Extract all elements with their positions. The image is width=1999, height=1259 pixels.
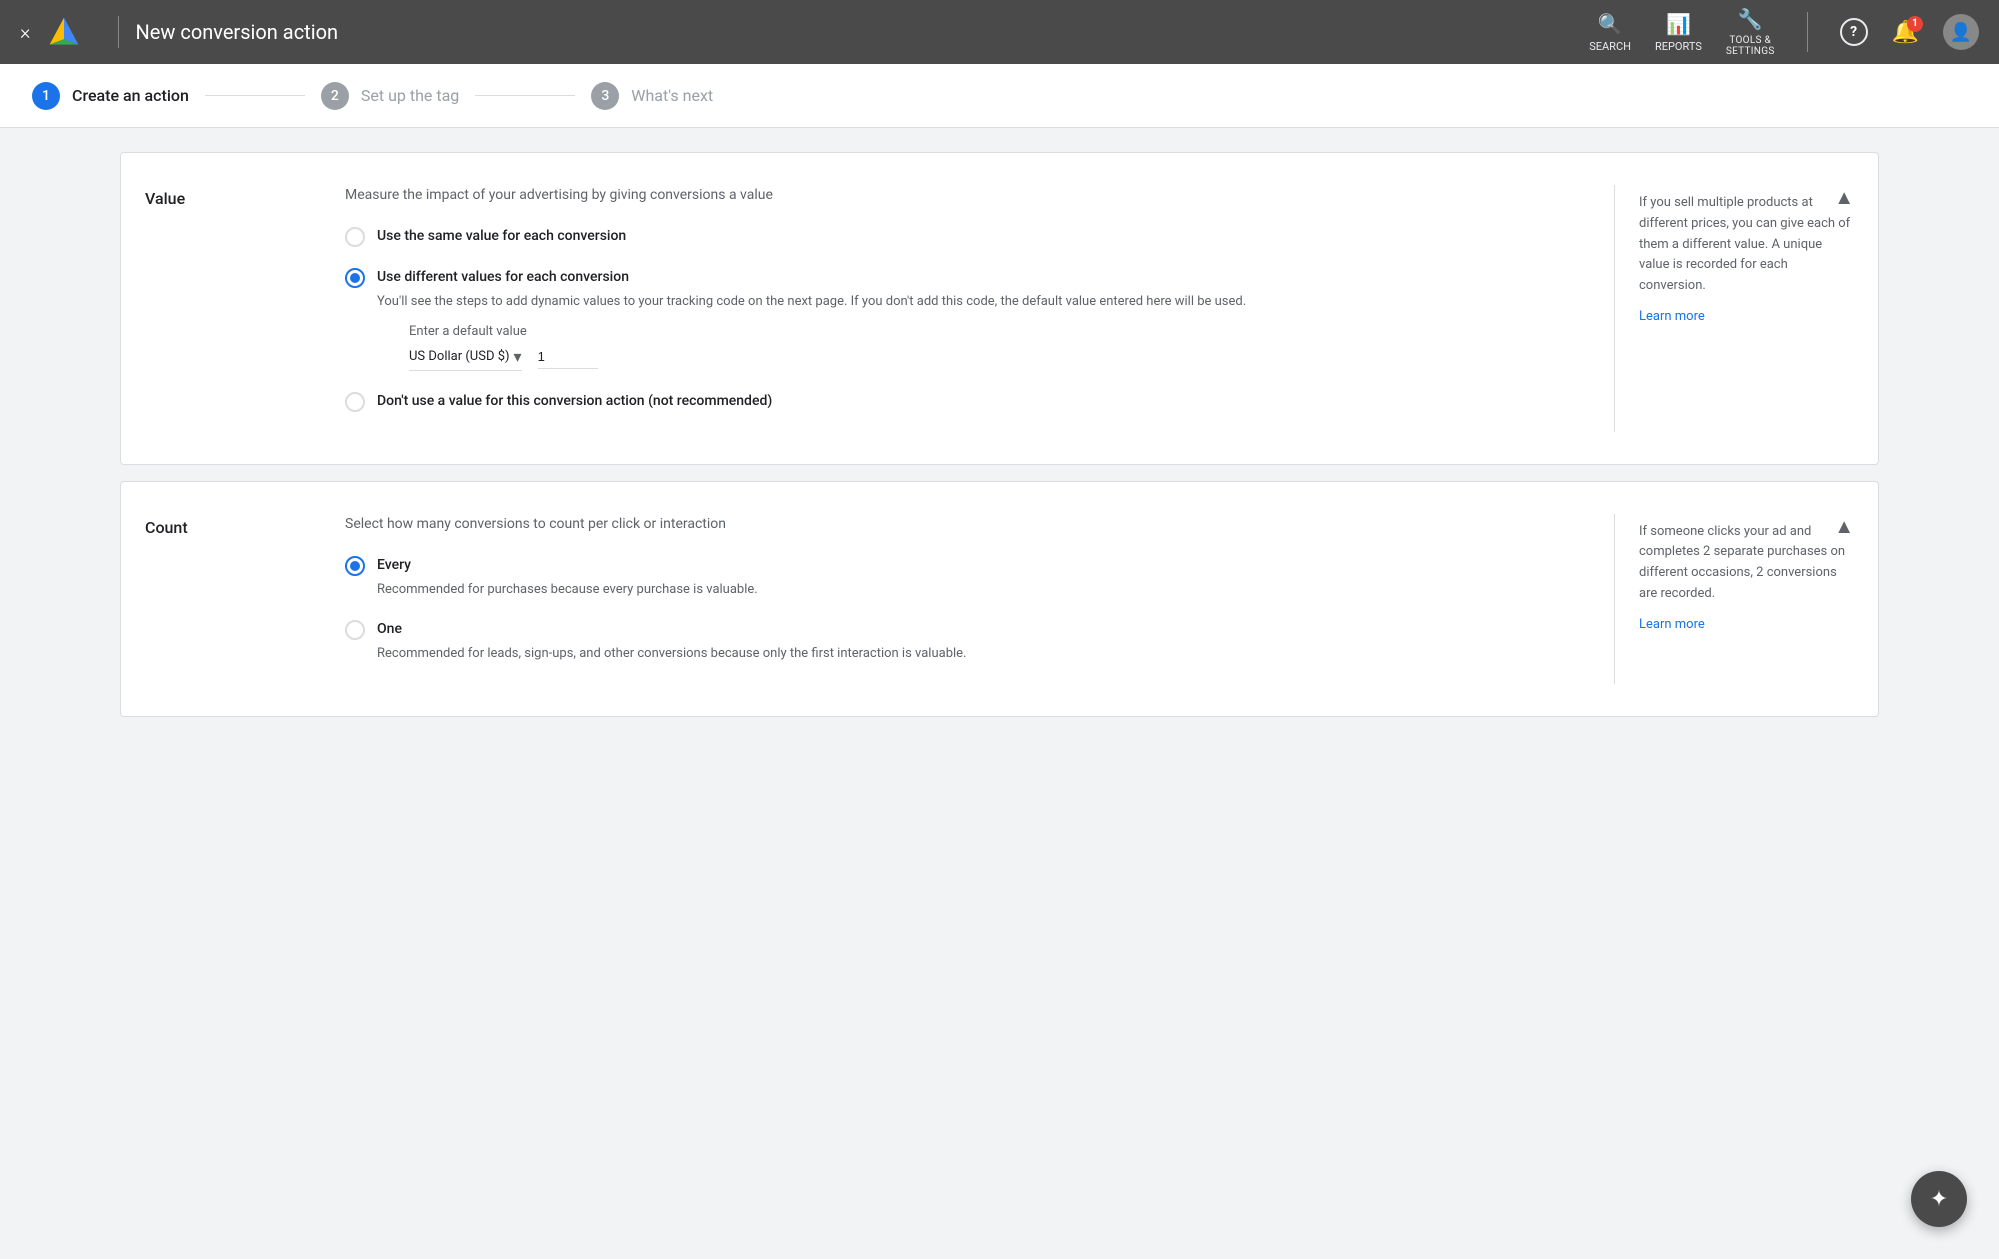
value-card: Value Measure the impact of your adverti…	[120, 152, 1879, 465]
different-values-label: Use different values for each conversion	[377, 269, 629, 285]
same-value-option[interactable]: Use the same value for each conversion	[345, 226, 1590, 247]
one-label: One	[377, 621, 402, 637]
every-sublabel: Recommended for purchases because every …	[377, 580, 758, 600]
value-collapse-button[interactable]: ▲	[1834, 185, 1854, 210]
no-value-option[interactable]: Don't use a value for this conversion ac…	[345, 391, 1590, 412]
same-value-label: Use the same value for each conversion	[377, 228, 626, 244]
search-icon: 🔍	[1598, 12, 1623, 36]
value-label: Value	[145, 185, 345, 432]
every-option[interactable]: Every Recommended for purchases because …	[345, 555, 1590, 600]
value-learn-more-link[interactable]: Learn more	[1639, 309, 1705, 324]
step-connector-2	[475, 95, 575, 96]
nav-divider	[1807, 12, 1808, 52]
fab-icon: ✦	[1930, 1187, 1948, 1212]
count-help: ▲ If someone clicks your ad and complete…	[1614, 514, 1854, 684]
step-2[interactable]: 2 Set up the tag	[321, 82, 459, 110]
same-value-radio[interactable]	[345, 227, 365, 247]
chevron-down-icon: ▾	[514, 347, 522, 366]
step-2-circle: 2	[321, 82, 349, 110]
count-learn-more-link[interactable]: Learn more	[1639, 617, 1705, 632]
page-title: New conversion action	[135, 20, 1589, 44]
tools-label: TOOLS &SETTINGS	[1726, 35, 1775, 57]
app-header: × New conversion action 🔍 SEARCH 📊 REPOR…	[0, 0, 1999, 64]
header-divider	[118, 16, 119, 48]
header-actions: 🔍 SEARCH 📊 REPORTS 🔧 TOOLS &SETTINGS ? 🔔…	[1589, 7, 1979, 57]
step-1[interactable]: 1 Create an action	[32, 82, 189, 110]
step-3-circle: 3	[591, 82, 619, 110]
fab-button[interactable]: ✦	[1911, 1171, 1967, 1227]
default-value-row: US Dollar (USD $) ▾	[409, 347, 1246, 371]
every-label: Every	[377, 557, 411, 573]
notification-badge: 1	[1907, 16, 1923, 32]
reports-nav-button[interactable]: 📊 REPORTS	[1655, 12, 1702, 53]
different-values-label-group: Use different values for each conversion…	[377, 267, 1246, 371]
step-3-label: What's next	[631, 86, 713, 105]
no-value-label-group: Don't use a value for this conversion ac…	[377, 391, 772, 412]
reports-icon: 📊	[1666, 12, 1691, 36]
currency-label: US Dollar (USD $)	[409, 349, 510, 364]
count-description: Select how many conversions to count per…	[345, 514, 1590, 535]
every-radio[interactable]	[345, 556, 365, 576]
stepper: 1 Create an action 2 Set up the tag 3 Wh…	[0, 64, 1999, 128]
different-values-option[interactable]: Use different values for each conversion…	[345, 267, 1590, 371]
value-description: Measure the impact of your advertising b…	[345, 185, 1590, 206]
count-help-text: If someone clicks your ad and completes …	[1639, 522, 1854, 605]
value-content: Measure the impact of your advertising b…	[345, 185, 1614, 432]
help-icon: ?	[1840, 18, 1868, 46]
currency-select[interactable]: US Dollar (USD $) ▾	[409, 347, 522, 371]
value-help-text: If you sell multiple products at differe…	[1639, 193, 1854, 297]
one-label-group: One Recommended for leads, sign-ups, and…	[377, 619, 966, 664]
step-2-label: Set up the tag	[361, 86, 459, 105]
same-value-label-group: Use the same value for each conversion	[377, 226, 626, 247]
tools-icon: 🔧	[1738, 7, 1763, 31]
no-value-radio[interactable]	[345, 392, 365, 412]
tools-nav-button[interactable]: 🔧 TOOLS &SETTINGS	[1726, 7, 1775, 57]
one-sublabel: Recommended for leads, sign-ups, and oth…	[377, 644, 966, 664]
one-option[interactable]: One Recommended for leads, sign-ups, and…	[345, 619, 1590, 664]
reports-label: REPORTS	[1655, 40, 1702, 53]
count-label: Count	[145, 514, 345, 684]
step-1-circle: 1	[32, 82, 60, 110]
different-values-sublabel: You'll see the steps to add dynamic valu…	[377, 292, 1246, 312]
search-nav-button[interactable]: 🔍 SEARCH	[1589, 12, 1631, 53]
help-button[interactable]: ?	[1840, 18, 1868, 46]
count-content: Select how many conversions to count per…	[345, 514, 1614, 684]
step-1-label: Create an action	[72, 86, 189, 105]
notifications-button[interactable]: 🔔 1	[1892, 20, 1919, 45]
value-help: ▲ If you sell multiple products at diffe…	[1614, 185, 1854, 432]
default-value-section: Enter a default value US Dollar (USD $) …	[409, 324, 1246, 371]
no-value-label: Don't use a value for this conversion ac…	[377, 393, 772, 409]
count-collapse-button[interactable]: ▲	[1834, 514, 1854, 539]
step-connector-1	[205, 95, 305, 96]
default-value-label: Enter a default value	[409, 324, 1246, 339]
main-content: Value Measure the impact of your adverti…	[0, 128, 1999, 741]
step-3[interactable]: 3 What's next	[591, 82, 713, 110]
app-logo	[46, 14, 82, 50]
search-label: SEARCH	[1589, 40, 1631, 53]
one-radio[interactable]	[345, 620, 365, 640]
avatar[interactable]: 👤	[1943, 14, 1979, 50]
every-label-group: Every Recommended for purchases because …	[377, 555, 758, 600]
avatar-icon: 👤	[1950, 22, 1972, 43]
count-card: Count Select how many conversions to cou…	[120, 481, 1879, 717]
value-input[interactable]	[538, 349, 598, 369]
different-values-radio[interactable]	[345, 268, 365, 288]
close-button[interactable]: ×	[20, 20, 30, 44]
